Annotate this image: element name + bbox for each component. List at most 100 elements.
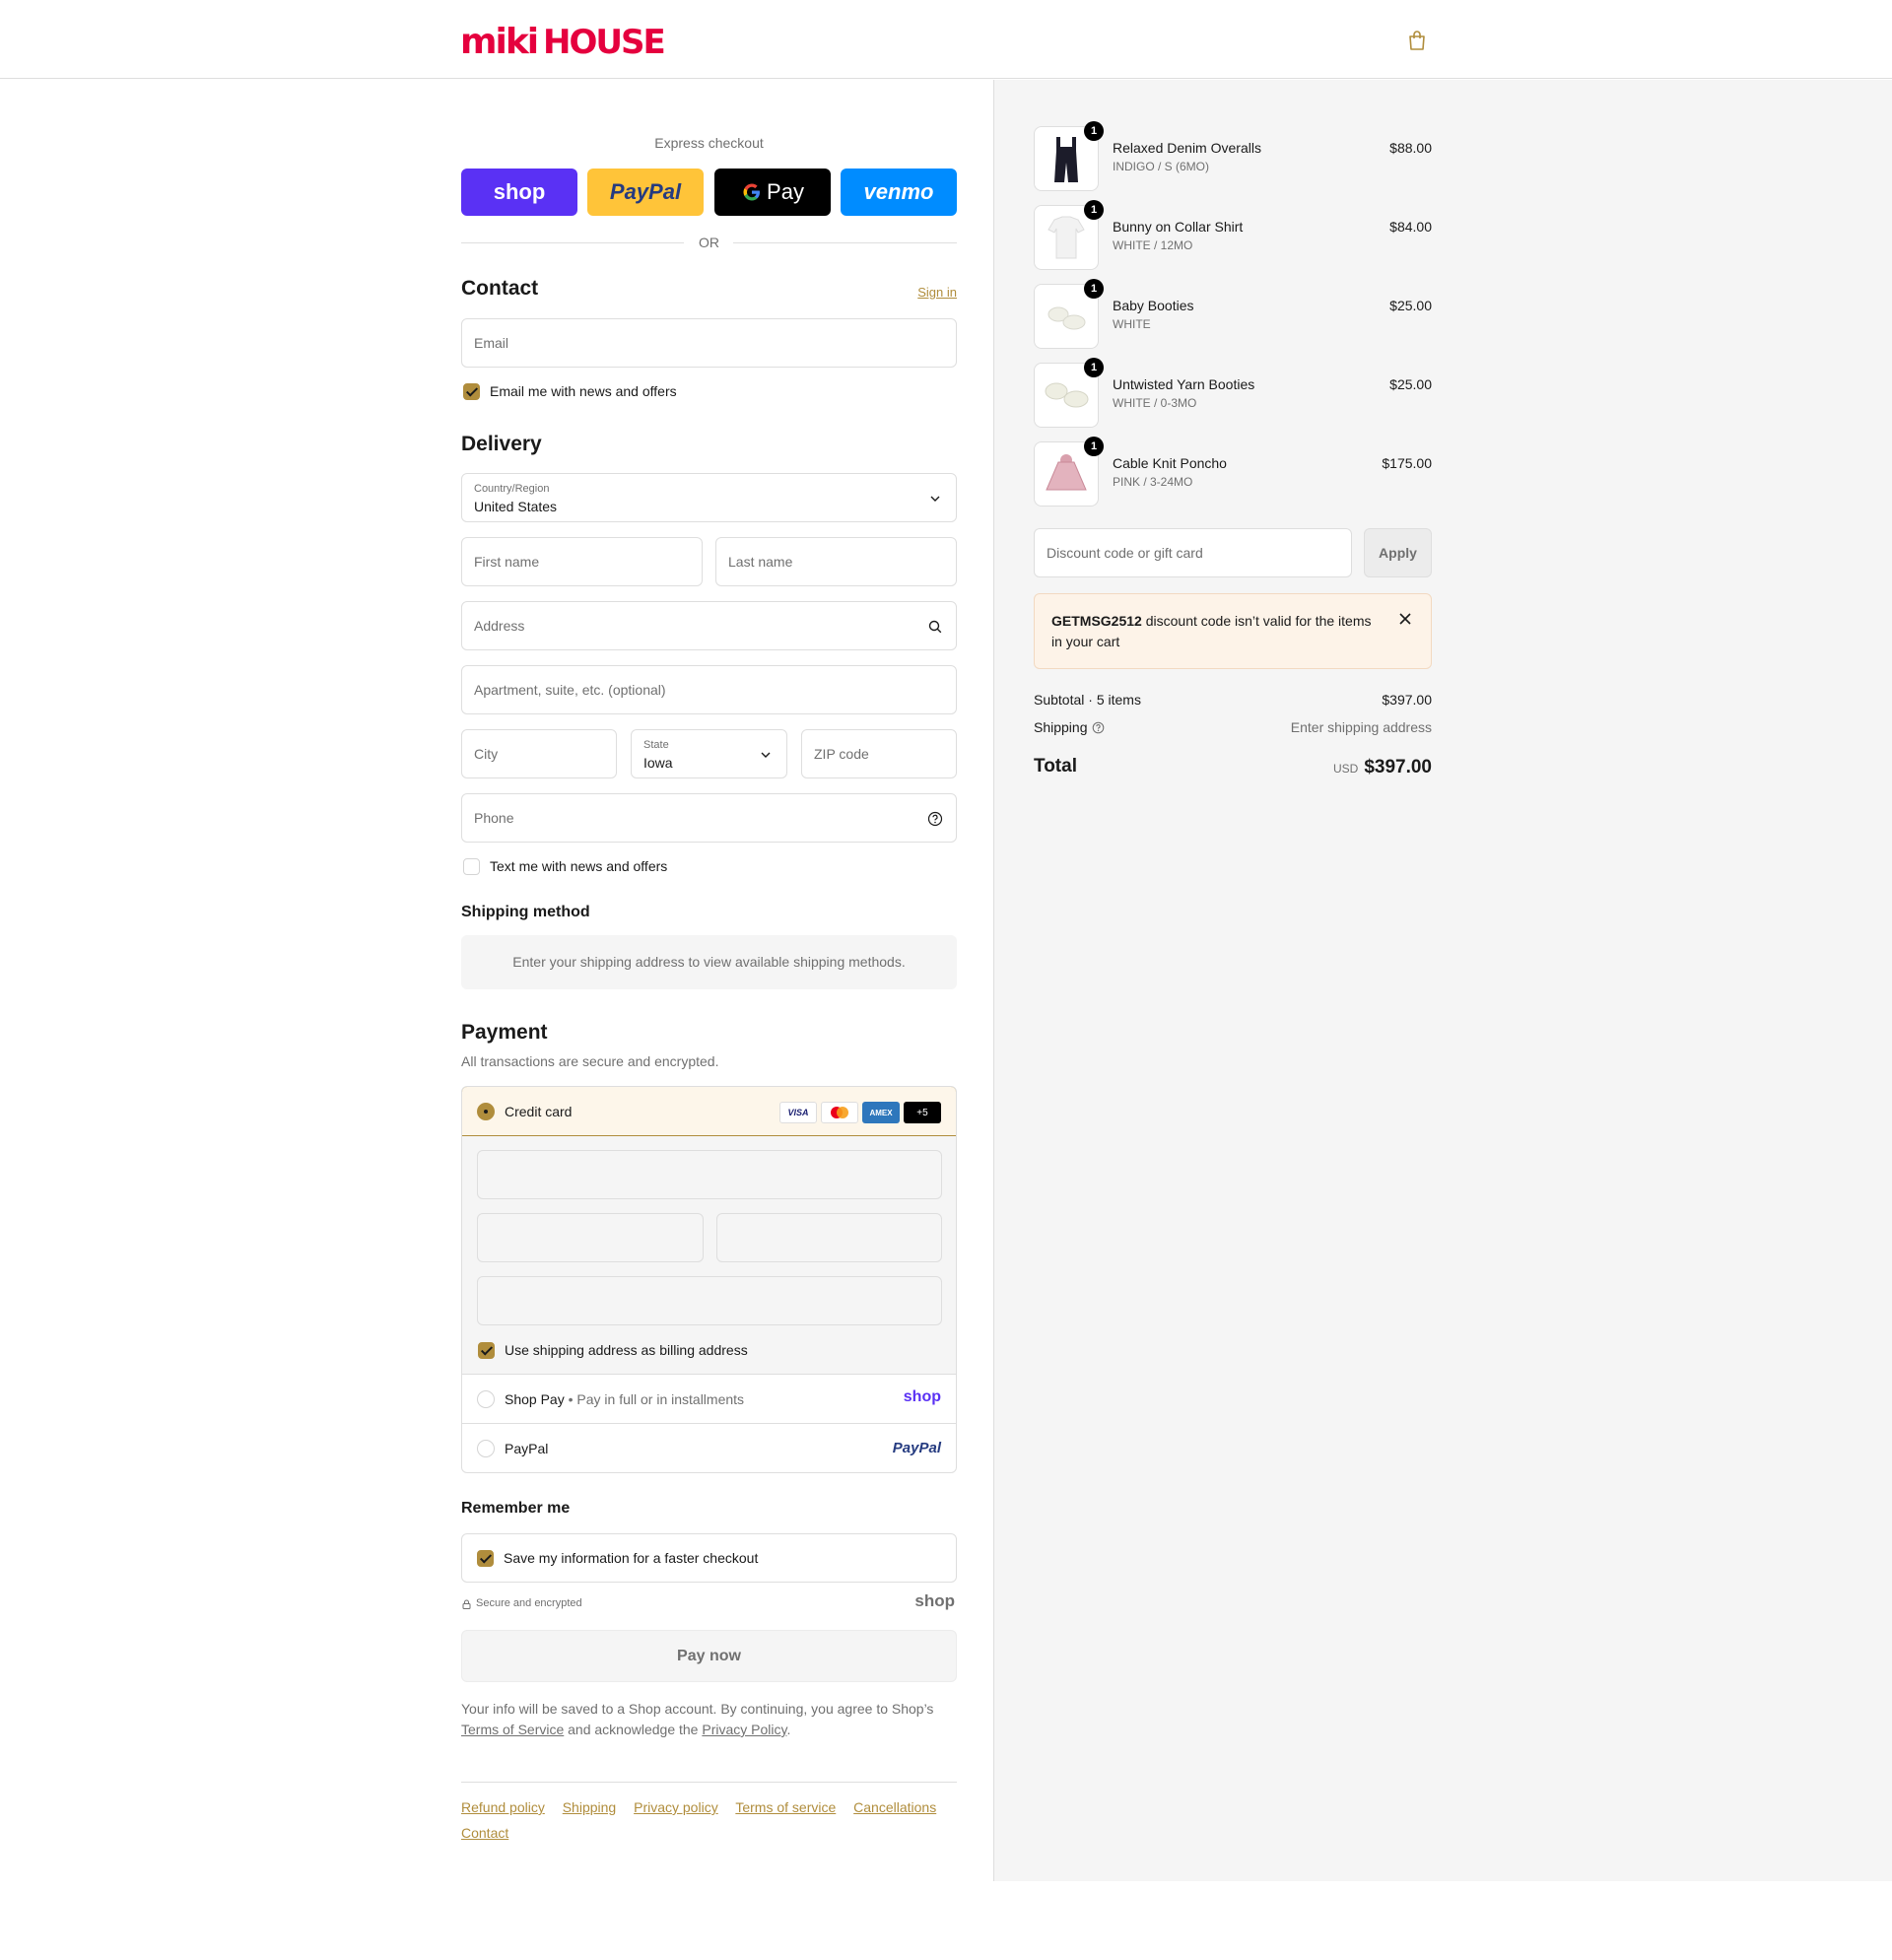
chevron-down-icon <box>761 752 771 758</box>
text-opt-in-checkbox[interactable] <box>463 858 480 875</box>
address-field[interactable]: Address <box>461 601 957 650</box>
cart-item: 1 Cable Knit Poncho PINK / 3-24MO $175.0… <box>1034 437 1432 507</box>
state-value: Iowa <box>643 755 673 771</box>
credit-card-option[interactable]: Credit card VISA AMEX +5 <box>462 1087 956 1136</box>
item-name: Baby Booties <box>1113 298 1194 313</box>
subtotal-row: Subtotal · 5 items $397.00 <box>1034 692 1432 708</box>
shop-pay-radio[interactable] <box>477 1390 495 1408</box>
item-name: Cable Knit Poncho <box>1113 455 1227 471</box>
card-expiry-field[interactable] <box>477 1213 704 1262</box>
credit-card-label: Credit card <box>505 1104 573 1119</box>
quantity-badge: 1 <box>1084 437 1104 456</box>
card-number-field[interactable] <box>477 1150 942 1199</box>
visa-icon: VISA <box>779 1102 817 1123</box>
payment-methods: Credit card VISA AMEX +5 Use shipping ad… <box>461 1086 957 1473</box>
or-label: OR <box>699 235 719 250</box>
more-cards-badge: +5 <box>904 1102 941 1123</box>
or-divider: OR <box>461 233 957 252</box>
cart-item: 1 Bunny on Collar Shirt WHITE / 12MO $84… <box>1034 200 1432 270</box>
item-variant: PINK / 3-24MO <box>1113 475 1193 489</box>
phone-field[interactable]: Phone <box>461 793 957 843</box>
close-icon[interactable] <box>1398 612 1412 626</box>
venmo-express-button[interactable]: venmo <box>841 169 957 216</box>
paypal-express-button[interactable]: PayPal <box>587 169 704 216</box>
paypal-logo: PayPal <box>609 179 682 204</box>
billing-same-checkbox[interactable] <box>478 1342 495 1359</box>
email-placeholder: Email <box>474 335 509 351</box>
zip-field[interactable]: ZIP code <box>801 729 957 778</box>
privacy-policy-link[interactable]: Privacy policy <box>634 1799 718 1815</box>
shipping-method-heading: Shipping method <box>461 904 590 920</box>
total-row: Total USD $397.00 <box>1034 756 1432 785</box>
paypal-option[interactable]: PayPal PayPal <box>462 1424 956 1472</box>
cancellations-link[interactable]: Cancellations <box>853 1799 936 1815</box>
shipping-policy-link[interactable]: Shipping <box>563 1799 617 1815</box>
remember-me-heading: Remember me <box>461 1500 571 1517</box>
contact-heading: Contact <box>461 277 539 300</box>
google-pay-express-button[interactable]: Pay <box>714 169 831 216</box>
miki-house-logo[interactable]: miki HOUSE <box>460 20 669 59</box>
shipping-label: Shipping <box>1034 719 1088 735</box>
search-icon <box>928 620 942 634</box>
email-field[interactable]: Email <box>461 318 957 368</box>
subtotal-value: $397.00 <box>1382 692 1432 708</box>
chevron-down-icon <box>930 496 940 502</box>
discount-input[interactable]: Discount code or gift card <box>1034 528 1352 577</box>
help-icon[interactable] <box>1092 721 1105 734</box>
payment-heading: Payment <box>461 1021 548 1044</box>
city-field[interactable]: City <box>461 729 617 778</box>
apply-button[interactable]: Apply <box>1364 528 1432 577</box>
item-variant: WHITE <box>1113 317 1151 331</box>
discount-error-banner: GETMSG2512 discount code isn’t valid for… <box>1034 593 1432 669</box>
sign-in-link[interactable]: Sign in <box>917 285 957 300</box>
save-info-checkbox[interactable] <box>477 1550 494 1567</box>
amex-icon: AMEX <box>862 1102 900 1123</box>
refund-policy-link[interactable]: Refund policy <box>461 1799 545 1815</box>
discount-placeholder: Discount code or gift card <box>1047 545 1203 561</box>
terms-of-service-link[interactable]: Terms of service <box>735 1799 836 1815</box>
zip-placeholder: ZIP code <box>814 746 869 762</box>
billing-same-label: Use shipping address as billing address <box>505 1342 748 1358</box>
discount-error-text: GETMSG2512 discount code isn’t valid for… <box>1051 613 1372 649</box>
card-details-panel: Use shipping address as billing address <box>462 1136 956 1375</box>
shopping-bag-icon[interactable] <box>1407 30 1427 51</box>
card-name-field[interactable] <box>477 1276 942 1325</box>
contact-link[interactable]: Contact <box>461 1825 508 1841</box>
shipping-value: Enter shipping address <box>1290 719 1432 735</box>
last-name-placeholder: Last name <box>728 554 793 570</box>
express-checkout-label: Express checkout <box>654 135 764 151</box>
secure-label: Secure and encrypted <box>476 1597 582 1609</box>
shipping-row: Shipping Enter shipping address <box>1034 719 1432 735</box>
shop-terms-link[interactable]: Terms of Service <box>461 1722 564 1737</box>
help-icon[interactable] <box>927 811 943 827</box>
pay-now-button[interactable]: Pay now <box>461 1630 957 1682</box>
last-name-field[interactable]: Last name <box>715 537 957 586</box>
state-label: State <box>643 739 669 751</box>
card-cvv-field[interactable] <box>716 1213 942 1262</box>
first-name-field[interactable]: First name <box>461 537 703 586</box>
apartment-field[interactable]: Apartment, suite, etc. (optional) <box>461 665 957 714</box>
item-variant: INDIGO / S (6MO) <box>1113 160 1210 173</box>
paypal-radio[interactable] <box>477 1440 495 1457</box>
cart-item: 1 Relaxed Denim Overalls INDIGO / S (6MO… <box>1034 121 1432 191</box>
shop-privacy-link[interactable]: Privacy Policy <box>702 1722 786 1737</box>
quantity-badge: 1 <box>1084 200 1104 220</box>
item-variant: WHITE / 12MO <box>1113 238 1193 252</box>
product-thumbnail: 1 <box>1034 437 1104 507</box>
footer-divider <box>461 1782 957 1783</box>
credit-card-radio[interactable] <box>477 1103 495 1120</box>
shop-pay-option[interactable]: Shop Pay • Pay in full or in installment… <box>462 1375 956 1424</box>
shop-pay-logo: shop <box>903 1388 941 1405</box>
email-opt-in-checkbox[interactable] <box>463 383 480 400</box>
gpay-label: Pay <box>767 179 804 204</box>
state-select[interactable]: State Iowa <box>631 729 787 778</box>
item-name: Relaxed Denim Overalls <box>1113 140 1261 156</box>
product-thumbnail: 1 <box>1034 121 1104 191</box>
paypal-label: PayPal <box>505 1441 549 1456</box>
item-variant: WHITE / 0-3MO <box>1113 396 1197 410</box>
item-price: $84.00 <box>1389 219 1432 235</box>
country-select[interactable]: Country/Region United States <box>461 473 957 522</box>
venmo-logo: venmo <box>863 179 934 204</box>
country-label: Country/Region <box>474 483 550 495</box>
shop-pay-express-button[interactable]: shop <box>461 169 577 216</box>
